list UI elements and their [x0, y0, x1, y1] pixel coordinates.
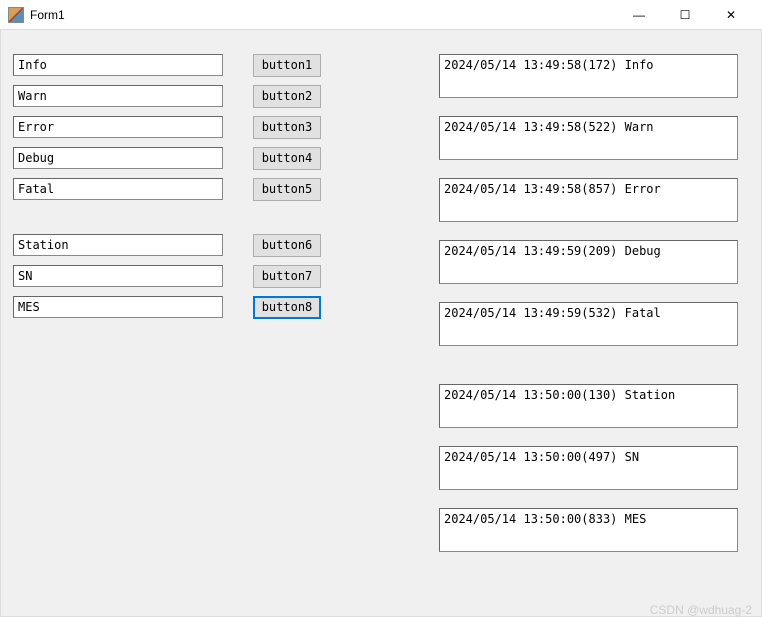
button2[interactable]: button2: [253, 85, 321, 108]
watermark: CSDN @wdhuag-2: [650, 603, 752, 617]
log-info[interactable]: 2024/05/14 13:49:58(172) Info: [439, 54, 738, 98]
input-info[interactable]: [13, 54, 223, 76]
log-sn[interactable]: 2024/05/14 13:50:00(497) SN: [439, 446, 738, 490]
button1[interactable]: button1: [253, 54, 321, 77]
input-mes[interactable]: [13, 296, 223, 318]
minimize-button[interactable]: —: [616, 0, 662, 30]
button6[interactable]: button6: [253, 234, 321, 257]
log-mes[interactable]: 2024/05/14 13:50:00(833) MES: [439, 508, 738, 552]
input-warn[interactable]: [13, 85, 223, 107]
log-station[interactable]: 2024/05/14 13:50:00(130) Station: [439, 384, 738, 428]
client-area: button1 button2 button3 button4 button5 …: [0, 30, 762, 617]
close-button[interactable]: ✕: [708, 0, 754, 30]
button3[interactable]: button3: [253, 116, 321, 139]
titlebar: Form1 — ☐ ✕: [0, 0, 762, 30]
button5[interactable]: button5: [253, 178, 321, 201]
log-fatal[interactable]: 2024/05/14 13:49:59(532) Fatal: [439, 302, 738, 346]
maximize-button[interactable]: ☐: [662, 0, 708, 30]
button8[interactable]: button8: [253, 296, 321, 319]
input-station[interactable]: [13, 234, 223, 256]
log-warn[interactable]: 2024/05/14 13:49:58(522) Warn: [439, 116, 738, 160]
button4[interactable]: button4: [253, 147, 321, 170]
window-title: Form1: [30, 8, 65, 22]
input-sn[interactable]: [13, 265, 223, 287]
input-fatal[interactable]: [13, 178, 223, 200]
log-debug[interactable]: 2024/05/14 13:49:59(209) Debug: [439, 240, 738, 284]
input-debug[interactable]: [13, 147, 223, 169]
button7[interactable]: button7: [253, 265, 321, 288]
app-icon: [8, 7, 24, 23]
input-error[interactable]: [13, 116, 223, 138]
log-error[interactable]: 2024/05/14 13:49:58(857) Error: [439, 178, 738, 222]
